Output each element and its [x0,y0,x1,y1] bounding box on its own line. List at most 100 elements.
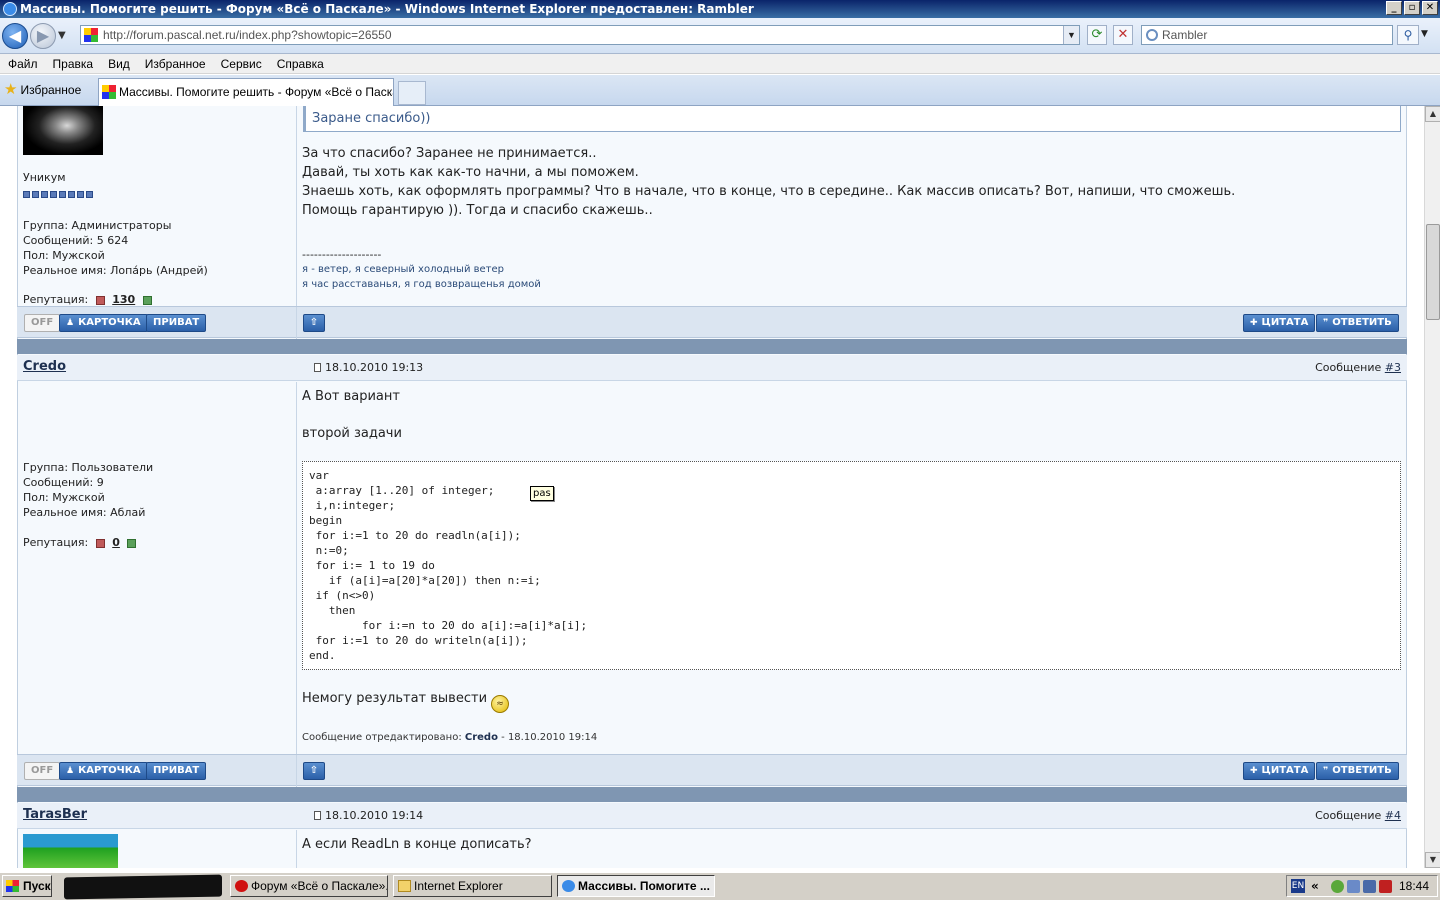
rank-pips [23,187,95,202]
ie-icon [3,2,17,16]
reputation-label: Репутация: [23,293,89,306]
close-button[interactable]: ✕ [1422,1,1438,15]
scroll-top-button[interactable]: ⇧ [303,314,325,332]
opera-icon [235,880,248,892]
back-button[interactable]: ◀ [2,23,28,49]
post-line: Знаешь хоть, как оформлять программы? Чт… [302,184,1236,199]
post-number-label: Сообщение [1315,361,1382,374]
quote-mark-icon: ❞ [1323,766,1329,776]
taskbar-item[interactable]: Internet Explorer [393,875,552,897]
antivirus-icon[interactable] [1379,880,1392,893]
avatar [23,106,103,155]
post-actions: OFF ♟ КАРТОЧКА ПРИВАТ ⇧ ✚ ЦИТАТА ❞ ОТВЕТИТЬ [17,306,1407,339]
post-number-label: Сообщение [1315,809,1382,822]
search-icon[interactable]: ⚲ [1397,25,1419,45]
language-indicator[interactable]: EN [1291,879,1305,893]
quote-label: ЦИТАТА [1261,765,1309,776]
address-input[interactable]: http://forum.pascal.net.ru/index.php?sho… [80,25,1080,45]
stop-button[interactable]: ✕ [1113,25,1133,45]
search-input[interactable]: Rambler [1141,25,1393,45]
menu-tools[interactable]: Сервис [221,54,269,73]
rep-plus-icon[interactable] [127,538,137,548]
address-dropdown-icon[interactable]: ▼ [1063,26,1079,44]
post-number-link[interactable]: #3 [1385,361,1401,374]
edited-date: - 18.10.2010 19:14 [501,732,598,743]
code-block: var a:array [1..20] of integer; i,n:inte… [302,461,1401,670]
author-info: Группа: Пользователи Сообщений: 9 Пол: М… [23,460,153,550]
post-date-text: 18.10.2010 19:14 [325,809,424,822]
new-tab-button[interactable] [398,81,426,105]
author-info: Уникум Группа: Администраторы Сообщений:… [23,170,208,307]
taskbar-item-active[interactable]: Массивы. Помогите ... [557,875,715,897]
quote-block: Заране спасибо)) [303,106,1401,132]
plus-icon: ✚ [1250,318,1258,328]
rep-minus-icon[interactable] [95,295,105,305]
start-button[interactable]: Пуск [2,875,52,897]
display-icon[interactable] [1363,880,1376,893]
author-gender: Пол: Мужской [23,249,105,262]
favorites-label: Избранное [20,83,82,97]
favorites-button[interactable]: ★ Избранное [4,81,81,99]
post-author-link[interactable]: TarasBer [23,807,87,822]
reputation-row: Репутация: 130 [23,292,208,307]
search-options-icon[interactable]: ▼ [1421,29,1428,39]
rep-plus-icon[interactable] [142,295,152,305]
star-icon: ★ [4,81,18,98]
rep-minus-icon[interactable] [95,538,105,548]
column-divider [296,307,297,339]
signature-line: я - ветер, я северный холодный ветер [302,264,505,275]
quote-button[interactable]: ✚ ЦИТАТА [1243,314,1316,332]
plus-icon: ✚ [1250,766,1258,776]
refresh-button[interactable]: ⟳ [1087,25,1107,45]
taskbar-item-label: Форум «Всё о Паскале»... [251,879,388,893]
edited-prefix: Сообщение отредактировано: [302,732,462,743]
scroll-top-button[interactable]: ⇧ [303,762,325,780]
scroll-up-icon[interactable]: ▲ [1425,106,1440,122]
edited-note: Сообщение отредактировано: Credo - 18.10… [302,732,597,743]
tab-active[interactable]: Массивы. Помогите решить - Форум «Всё о … [98,78,394,106]
system-tray: EN « 18:44 [1286,875,1438,897]
post-number: Сообщение #4 [1315,809,1401,822]
reputation-value[interactable]: 0 [112,536,120,549]
card-button[interactable]: ♟ КАРТОЧКА [59,762,148,780]
private-message-button[interactable]: ПРИВАТ [146,314,207,332]
reply-button[interactable]: ❞ ОТВЕТИТЬ [1316,314,1399,332]
vertical-scrollbar[interactable]: ▲ ▼ [1424,106,1440,868]
network-icon[interactable] [1331,880,1344,893]
column-divider [296,755,297,787]
document-icon [314,363,321,372]
signature-separator: -------------------- [302,248,382,261]
post-separator [17,339,1407,354]
post-number-link[interactable]: #4 [1385,809,1401,822]
forward-button[interactable]: ▶ [30,23,56,49]
menu-file[interactable]: Файл [8,54,45,73]
menu-help[interactable]: Справка [277,54,331,73]
post-author-link[interactable]: Credo [23,359,66,374]
quote-button[interactable]: ✚ ЦИТАТА [1243,762,1316,780]
menu-favorites[interactable]: Избранное [145,54,213,73]
scroll-down-icon[interactable]: ▼ [1425,852,1440,868]
monitor-icon[interactable] [1347,880,1360,893]
window-titlebar: Массивы. Помогите решить - Форум «Всё о … [0,0,1440,18]
reply-button[interactable]: ❞ ОТВЕТИТЬ [1316,762,1399,780]
tray-expand-icon[interactable]: « [1311,876,1319,896]
card-button[interactable]: ♟ КАРТОЧКА [59,314,148,332]
avatar [23,834,118,868]
menu-edit[interactable]: Правка [53,54,101,73]
post-text: А если ReadLn в конце дописать? [302,837,532,852]
reputation-value[interactable]: 130 [112,293,135,306]
taskbar-item[interactable]: Форум «Всё о Паскале»... [230,875,388,897]
private-message-button[interactable]: ПРИВАТ [146,762,207,780]
menu-view[interactable]: Вид [108,54,137,73]
taskbar-item-label: Internet Explorer [414,879,503,893]
post-body: За что спасибо? Заранее не принимается..… [302,144,1235,220]
column-divider [296,382,297,754]
history-dropdown-icon[interactable]: ▼ [58,30,66,41]
maximize-button[interactable]: ▫ [1404,1,1420,15]
code-language-tag[interactable]: pas [530,486,554,501]
post-date: 18.10.2010 19:14 [314,809,423,822]
minimize-button[interactable]: _ [1386,1,1402,15]
scrollbar-thumb[interactable] [1426,224,1440,320]
post-number: Сообщение #3 [1315,361,1401,374]
author-real-name: Реальное имя: Аблай [23,506,146,519]
